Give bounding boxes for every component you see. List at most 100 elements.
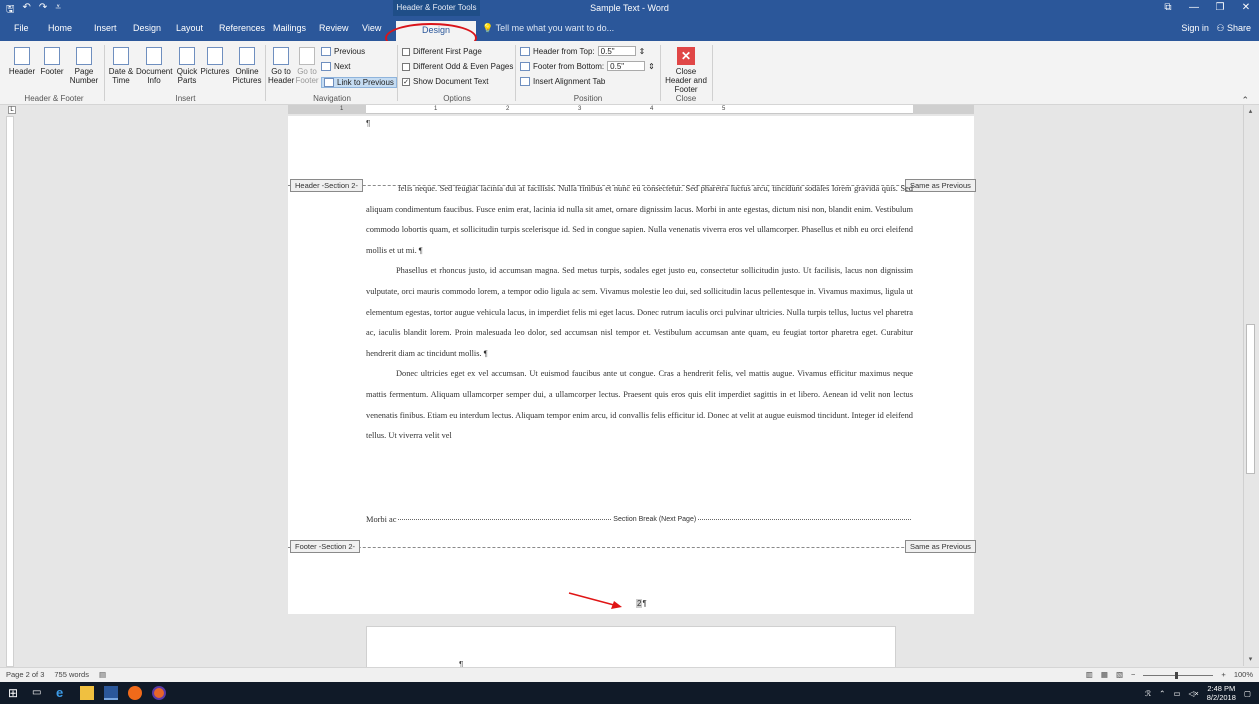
body-paragraph: Phasellus et rhoncus justo, id accumsan … (366, 266, 913, 358)
tab-review[interactable]: Review (319, 16, 349, 41)
next-button[interactable]: Next (321, 62, 350, 71)
proofing-icon[interactable]: ▤ (99, 668, 106, 682)
document-page[interactable]: ¶ Header -Section 2- Same as Previous fe… (288, 116, 976, 614)
different-odd-even-checkbox[interactable]: Different Odd & Even Pages (402, 62, 513, 71)
page-count[interactable]: Page 2 of 3 (6, 668, 44, 682)
vertical-scrollbar[interactable]: ▴ ▾ (1243, 105, 1257, 666)
firefox-icon[interactable] (152, 686, 166, 700)
scroll-up-icon[interactable]: ▴ (1245, 107, 1256, 116)
tab-insert[interactable]: Insert (94, 16, 117, 41)
tab-design[interactable]: Design (133, 16, 161, 41)
dotted-line (398, 519, 612, 520)
document-body[interactable]: felis neque. Sed feugiat lacinia dui at … (366, 179, 913, 447)
tab-file[interactable]: File (14, 16, 29, 41)
zoom-slider[interactable] (1143, 671, 1214, 679)
firefox-old-icon[interactable] (128, 686, 142, 700)
close-header-footer-button[interactable]: ✕ Close Header and Footer (662, 47, 710, 94)
show-document-text-checkbox[interactable]: ✓ Show Document Text (402, 77, 488, 86)
group-label-insert: Insert (175, 94, 196, 103)
volume-icon[interactable]: ◁× (1189, 689, 1199, 698)
checkbox-checked-icon: ✓ (402, 77, 410, 86)
scroll-down-icon[interactable]: ▾ (1245, 655, 1256, 664)
spinner-icon[interactable]: ⇕ (639, 47, 646, 56)
go-to-header-button[interactable]: Go to Header (268, 47, 294, 85)
header-button[interactable]: Header (8, 47, 36, 76)
tab-view[interactable]: View (362, 16, 381, 41)
system-clock[interactable]: 2:48 PM 8/2/2018 (1207, 684, 1236, 702)
group-label-options: Options (443, 94, 471, 103)
share-button[interactable]: Share (1227, 23, 1251, 33)
tab-header-footer-design[interactable]: Design (396, 21, 476, 41)
header-from-top-input[interactable]: 0.5" (597, 46, 636, 56)
ruler-number: 1 (434, 106, 438, 112)
previous-button[interactable]: Previous (321, 47, 365, 56)
date-time-button[interactable]: Date & Time (108, 47, 134, 85)
different-first-page-checkbox[interactable]: Different First Page (402, 47, 482, 56)
tab-selector[interactable]: L (8, 106, 16, 114)
zoom-out-icon[interactable]: − (1131, 668, 1135, 682)
task-view-icon[interactable]: ▭ (32, 686, 46, 700)
header-from-top-field[interactable]: Header from Top: 0.5" ⇕ (520, 46, 645, 56)
group-separator (104, 45, 105, 101)
section-break-line: Morbi ac Section Break (Next Page) (366, 515, 913, 524)
horizontal-ruler[interactable]: 1 1 2 3 4 5 (288, 105, 974, 114)
go-to-footer-button[interactable]: Go to Footer (295, 47, 319, 85)
footer-button[interactable]: Footer (38, 47, 66, 76)
file-explorer-icon[interactable] (80, 686, 94, 700)
word-count[interactable]: 755 words (54, 668, 89, 682)
checkbox-unchecked-icon (402, 62, 410, 71)
account-area: Sign in ⚇ Share (1181, 16, 1251, 41)
group-label-header-footer: Header & Footer (24, 94, 84, 103)
close-icon[interactable]: ✕ (1233, 0, 1259, 16)
edge-browser-icon[interactable]: e (56, 686, 70, 700)
insert-alignment-tab-button[interactable]: Insert Alignment Tab (520, 77, 605, 86)
footer-page-number[interactable]: 2¶ (636, 599, 647, 608)
network-icon[interactable]: ▭ (1173, 689, 1180, 698)
ruler-right-margin (913, 105, 974, 114)
zoom-level[interactable]: 100% (1234, 668, 1253, 682)
show-hidden-icons-icon[interactable]: ⌃ (1159, 689, 1165, 698)
quick-parts-button[interactable]: Quick Parts (174, 47, 200, 85)
spinner-icon[interactable]: ⇕ (648, 62, 655, 71)
footer-from-bottom-field[interactable]: Footer from Bottom: 0.5" ⇕ (520, 61, 655, 71)
pictures-button[interactable]: Pictures (200, 47, 230, 76)
print-layout-icon[interactable]: ▦ (1101, 668, 1108, 682)
tab-layout[interactable]: Layout (176, 16, 203, 41)
ribbon-display-options-icon[interactable]: ⧉ (1155, 0, 1181, 16)
word-app-icon[interactable] (104, 686, 118, 700)
footer-from-bottom-input[interactable]: 0.5" (607, 61, 646, 71)
restore-icon[interactable]: ❐ (1207, 0, 1233, 16)
tab-home[interactable]: Home (48, 16, 72, 41)
link-icon (324, 78, 334, 87)
tab-mailings[interactable]: Mailings (273, 16, 306, 41)
document-info-button[interactable]: Document Info (136, 47, 172, 85)
web-layout-icon[interactable]: ▧ (1116, 668, 1123, 682)
ruler-number: 3 (578, 106, 582, 112)
context-tab-group: Header & Footer Tools (393, 0, 480, 16)
header-icon (14, 47, 30, 65)
people-icon[interactable]: ℛ (1145, 689, 1151, 698)
scroll-thumb[interactable] (1246, 324, 1255, 474)
title-bar: 🖫 ↶ ↷ ⩡ Header & Footer Tools Sample Tex… (0, 0, 1259, 16)
zoom-slider-thumb[interactable] (1175, 671, 1179, 679)
minimize-icon[interactable]: — (1181, 0, 1207, 16)
read-mode-icon[interactable]: ▥ (1086, 668, 1093, 682)
group-separator (660, 45, 661, 101)
zoom-in-icon[interactable]: + (1221, 668, 1225, 682)
link-to-previous-button[interactable]: Link to Previous (321, 77, 397, 88)
action-center-icon[interactable]: ▢ (1244, 689, 1251, 698)
header-position-icon (520, 46, 530, 56)
footer-position-icon (520, 61, 530, 71)
footer-icon (44, 47, 60, 65)
vertical-ruler[interactable] (6, 116, 14, 667)
sign-in-link[interactable]: Sign in (1181, 23, 1209, 33)
next-page[interactable]: ¶ (366, 626, 896, 670)
page-number-button[interactable]: Page Number (68, 47, 100, 85)
close-x-icon: ✕ (677, 47, 695, 65)
windows-start-icon[interactable]: ⊞ (8, 686, 22, 700)
online-pictures-button[interactable]: Online Pictures (231, 47, 263, 85)
next-icon (321, 62, 331, 71)
group-separator (265, 45, 266, 101)
tell-me-search[interactable]: 💡 Tell me what you want to do... (482, 16, 614, 41)
tab-references[interactable]: References (219, 16, 265, 41)
